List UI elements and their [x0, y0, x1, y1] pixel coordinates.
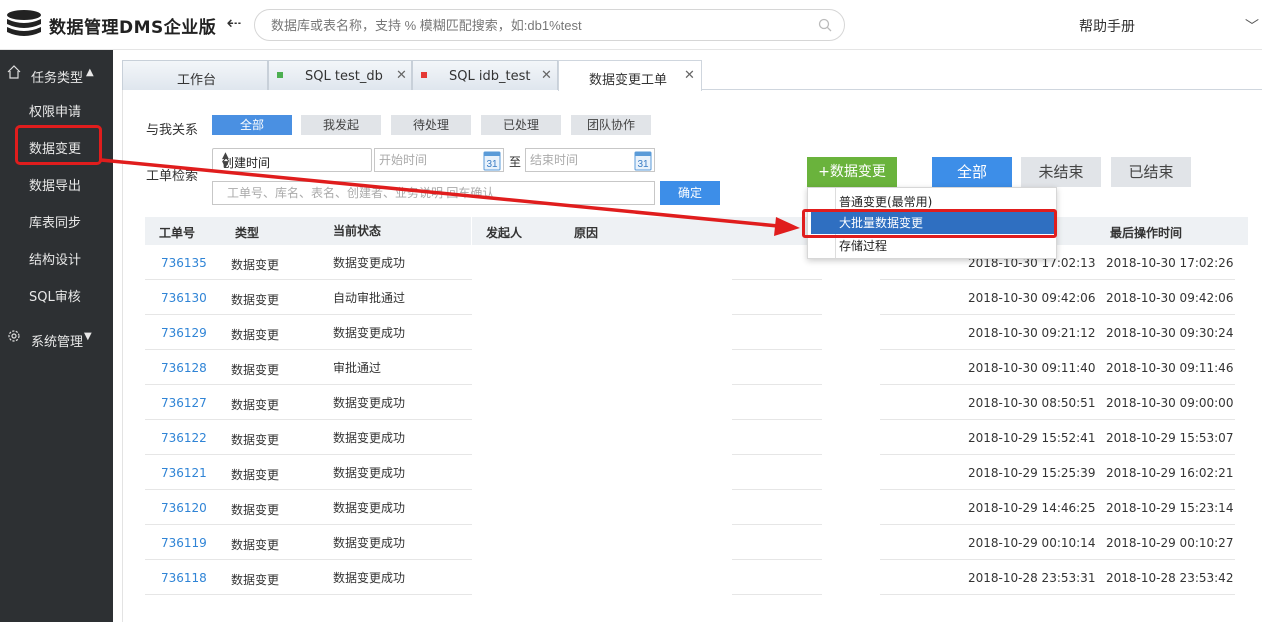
annotation-arrow [100, 158, 800, 236]
